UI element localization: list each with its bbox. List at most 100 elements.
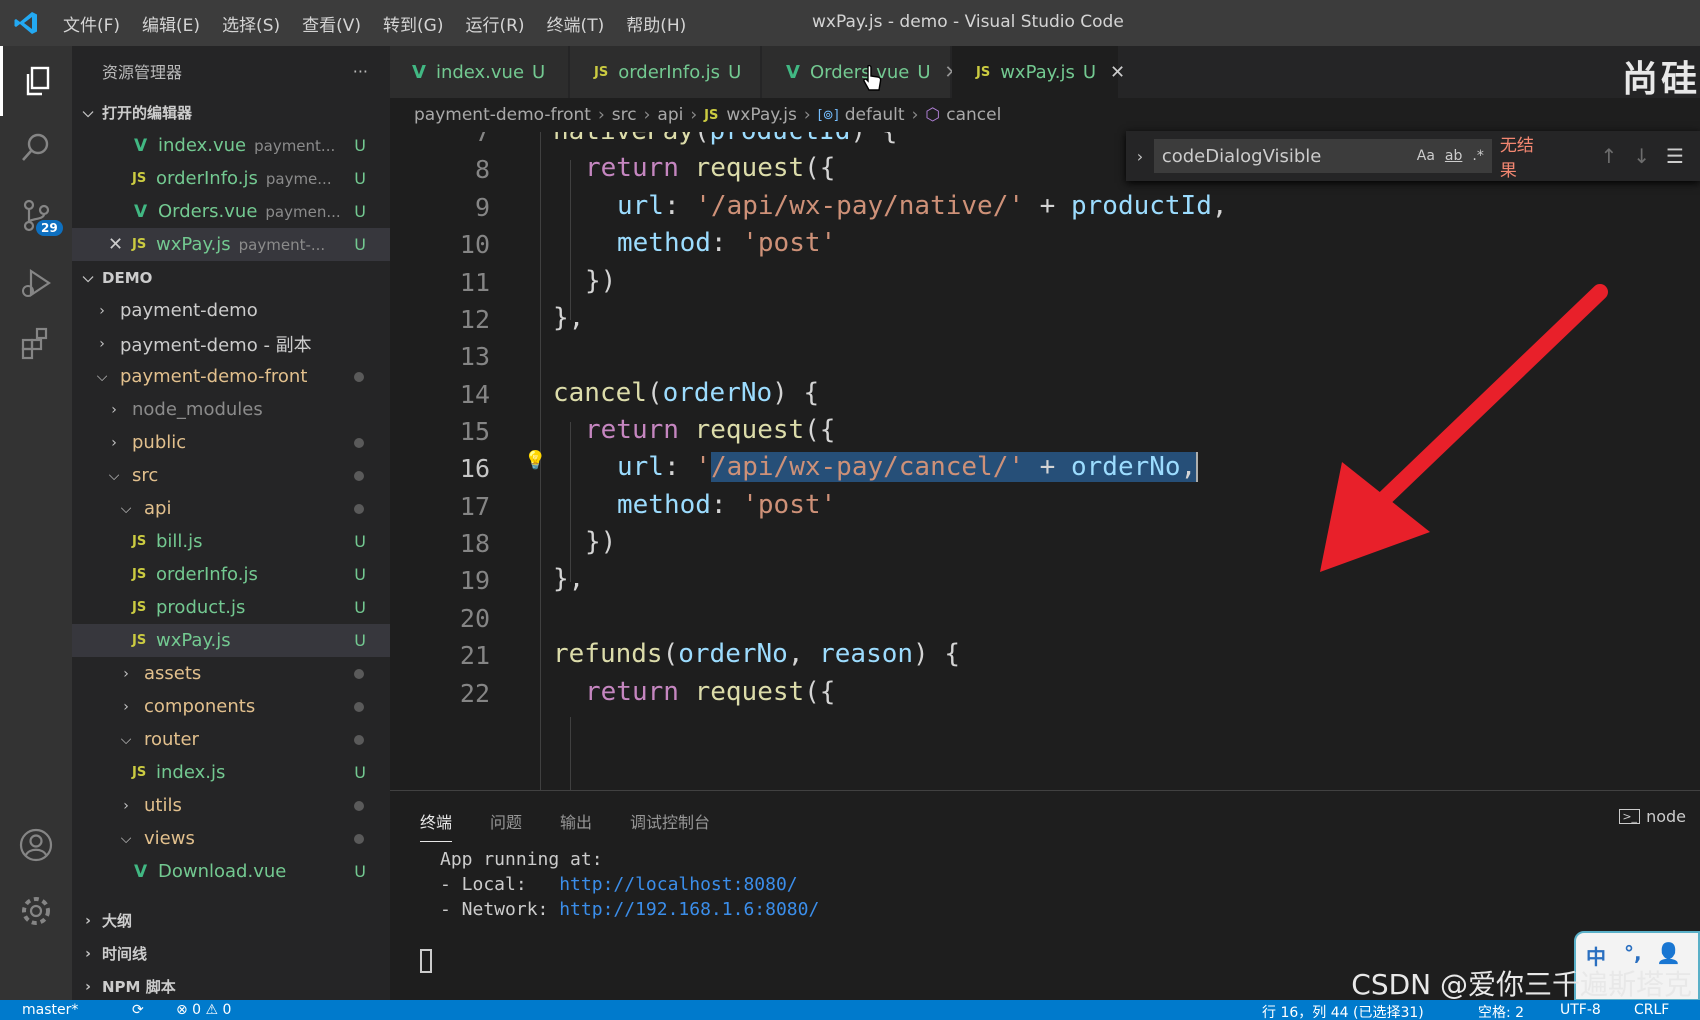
outline-section[interactable]: › 大纲 [72, 904, 390, 937]
tree-folder[interactable]: › payment-demo - 副本 [72, 327, 390, 360]
line-ending[interactable]: CRLF [1634, 1002, 1669, 1018]
chevron-right-icon: › [643, 105, 651, 125]
problems-count[interactable]: ⊗ 0 ⚠ 0 [176, 1002, 231, 1018]
menu-help[interactable]: 帮助(H) [615, 11, 697, 36]
indent-guide [570, 717, 571, 790]
git-status: U [354, 235, 366, 254]
explorer-icon[interactable] [0, 46, 72, 116]
open-editor-item[interactable]: JS orderInfo.js payme... U [72, 162, 390, 195]
account-icon[interactable] [0, 810, 72, 880]
tab-debug-console[interactable]: 调试控制台 [630, 809, 710, 833]
code-editor[interactable]: 7 8 9 10 11 12 13 14 15 16 17 18 19 20 2… [390, 132, 1700, 790]
open-editor-item-active[interactable]: ✕ JS wxPay.js payment-... U [72, 228, 390, 261]
js-file-icon: JS [976, 64, 991, 80]
vue-file-icon: V [134, 201, 148, 222]
breadcrumb-item[interactable]: src [612, 105, 637, 125]
open-editor-item[interactable]: V index.vue payment... U [72, 129, 390, 162]
menu-edit[interactable]: 编辑(E) [131, 11, 211, 36]
encoding[interactable]: UTF-8 [1560, 1002, 1601, 1018]
menu-file[interactable]: 文件(F) [52, 11, 131, 36]
find-input[interactable]: codeDialogVisible Aa ab .* [1153, 139, 1492, 173]
tree-folder[interactable]: › payment-demo [72, 294, 390, 327]
toggle-replace-chevron-icon[interactable]: › [1126, 147, 1154, 166]
tree-folder[interactable]: › components [72, 690, 390, 723]
local-url-link[interactable]: http://localhost:8080/ [559, 874, 797, 895]
find-result-count: 无结果 [1499, 136, 1534, 181]
tree-file-active[interactable]: JS wxPay.js U [72, 624, 390, 657]
more-actions-icon[interactable]: ··· [353, 62, 368, 81]
breadcrumb-item[interactable]: payment-demo-front [414, 105, 591, 125]
tab-status: U [917, 61, 931, 83]
tree-folder[interactable]: ⌵ api [72, 492, 390, 525]
tab-orderinfo-js[interactable]: JS orderInfo.js U [570, 46, 760, 98]
tree-folder[interactable]: › node_modules [72, 393, 390, 426]
menu-run[interactable]: 运行(R) [454, 11, 535, 36]
match-case-toggle[interactable]: Aa [1417, 148, 1435, 164]
search-icon[interactable] [0, 112, 72, 182]
tab-orders-vue[interactable]: V Orders.vue U ✕ [762, 46, 960, 98]
menu-view[interactable]: 查看(V) [291, 11, 372, 36]
folder-name: components [144, 696, 256, 717]
code-line: nativePay(productId) { [553, 132, 897, 146]
source-control-icon[interactable]: 29 [0, 180, 72, 250]
folder-name: utils [144, 795, 182, 816]
tree-file[interactable]: JS orderInfo.js U [72, 558, 390, 591]
ime-punctuation[interactable]: °, [1624, 941, 1642, 965]
outline-label: 大纲 [102, 912, 133, 930]
code-line: return request({ [585, 677, 836, 707]
tree-file[interactable]: JS index.js U [72, 756, 390, 789]
tab-wxpay-js[interactable]: JS wxPay.js U ✕ [952, 46, 1125, 98]
settings-gear-icon[interactable] [0, 876, 72, 946]
tree-file[interactable]: JS bill.js U [72, 525, 390, 558]
tree-folder[interactable]: › public [72, 426, 390, 459]
open-editor-item[interactable]: V Orders.vue paymen... U [72, 195, 390, 228]
scm-badge: 29 [36, 220, 63, 236]
menu-go[interactable]: 转到(G) [372, 11, 454, 36]
tree-file[interactable]: V Download.vue U [72, 855, 390, 888]
ime-user-icon[interactable]: 👤 [1656, 941, 1681, 965]
indentation[interactable]: 空格: 2 [1478, 1002, 1524, 1020]
tree-folder[interactable]: ⌵ src [72, 459, 390, 492]
tab-label: orderInfo.js [618, 61, 721, 83]
tree-file[interactable]: JS product.js U [72, 591, 390, 624]
git-branch[interactable]: master* [22, 1002, 78, 1018]
breadcrumb-item[interactable]: cancel [946, 105, 1001, 125]
lightbulb-icon[interactable]: 💡 [524, 450, 546, 471]
chevron-right-icon: › [911, 105, 919, 125]
tree-folder[interactable]: › assets [72, 657, 390, 690]
folder-name: public [132, 432, 187, 453]
next-match-arrow-icon[interactable]: ↓ [1633, 144, 1666, 168]
npm-scripts-section[interactable]: › NPM 脚本 [72, 970, 390, 1003]
close-icon[interactable]: ✕ [108, 234, 132, 255]
tab-index-vue[interactable]: V index.vue U [390, 46, 568, 98]
demo-section[interactable]: ⌵ DEMO [72, 261, 390, 294]
network-url-link[interactable]: http://192.168.1.6:8080/ [559, 899, 819, 920]
find-in-selection-icon[interactable]: ☰ [1666, 144, 1700, 168]
line-number: 8 [474, 155, 490, 184]
folder-name: payment-demo - 副本 [120, 334, 312, 356]
tree-folder[interactable]: ⌵ router [72, 723, 390, 756]
tab-output[interactable]: 输出 [560, 809, 592, 833]
tree-folder[interactable]: › utils [72, 789, 390, 822]
tab-problems[interactable]: 问题 [490, 809, 522, 833]
regex-toggle[interactable]: .* [1472, 148, 1483, 164]
menu-selection[interactable]: 选择(S) [211, 11, 291, 36]
timeline-section[interactable]: › 时间线 [72, 937, 390, 970]
breadcrumb-item[interactable]: wxPay.js [726, 105, 797, 125]
sync-icon[interactable]: ⟳ [132, 1002, 144, 1018]
extensions-icon[interactable] [0, 308, 72, 378]
open-editor-name: index.vue [158, 135, 247, 156]
match-word-toggle[interactable]: ab [1445, 148, 1462, 164]
breadcrumb-item[interactable]: default [845, 105, 905, 125]
menu-terminal[interactable]: 终端(T) [536, 11, 616, 36]
previous-match-arrow-icon[interactable]: ↑ [1601, 144, 1634, 168]
cursor-position[interactable]: 行 16，列 44 (已选择31) [1262, 1002, 1424, 1020]
tree-folder[interactable]: ⌵ payment-demo-front [72, 360, 390, 393]
terminal-selector[interactable]: >_ node [1619, 807, 1686, 826]
tree-folder[interactable]: ⌵ views [72, 822, 390, 855]
close-icon[interactable]: ✕ [1110, 62, 1125, 83]
breadcrumb-item[interactable]: api [657, 105, 683, 125]
tab-label: Orders.vue [809, 61, 910, 83]
tab-terminal[interactable]: 终端 [420, 809, 453, 842]
open-editors-section[interactable]: ⌵ 打开的编辑器 [72, 96, 390, 129]
